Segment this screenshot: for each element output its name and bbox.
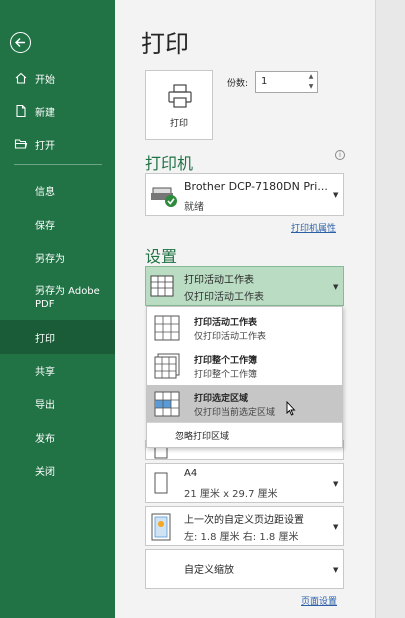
sidebar-item-open[interactable]: 打开 xyxy=(0,128,115,160)
sidebar-item-label: 导出 xyxy=(35,399,55,411)
sidebar-item-save[interactable]: 保存 xyxy=(0,208,115,240)
sidebar-item-label: 另存为 Adobe PDF xyxy=(35,286,100,310)
page-setup-link[interactable]: 页面设置 xyxy=(301,594,337,607)
option-subtitle: 打印整个工作簿 xyxy=(194,370,258,380)
sidebar-item-label: 打印 xyxy=(35,333,55,345)
mouse-cursor-icon xyxy=(286,401,296,416)
option-print-entire-workbook[interactable]: 打印整个工作簿 打印整个工作簿 xyxy=(147,347,342,385)
print-what-select[interactable]: 打印活动工作表 仅打印活动工作表 ▼ xyxy=(145,266,344,306)
chevron-down-icon: ▼ xyxy=(333,566,339,574)
setting-subtitle: 左: 1.8 厘米 右: 1.8 厘米 xyxy=(184,532,299,543)
sidebar-item-new[interactable]: 新建 xyxy=(0,95,115,127)
option-subtitle: 仅打印当前选定区域 xyxy=(194,408,276,418)
dropdown-divider xyxy=(147,422,342,423)
paper-icon xyxy=(154,472,168,494)
setting-title: 打印活动工作表 xyxy=(184,275,254,286)
margins-select[interactable]: 上一次的自定义页边距设置 左: 1.8 厘米 右: 1.8 厘米 ▼ xyxy=(145,506,344,546)
sidebar-item-label: 新建 xyxy=(35,107,55,119)
workbook-icon xyxy=(154,353,180,379)
setting-title: A4 xyxy=(184,468,198,479)
new-file-icon xyxy=(16,104,26,118)
printer-select[interactable]: Brother DCP-7180DN Pri... 就绪 ▼ xyxy=(145,173,344,216)
open-folder-icon xyxy=(14,139,28,149)
sidebar-item-export[interactable]: 导出 xyxy=(0,387,115,419)
sheet-grid-icon xyxy=(150,275,174,297)
backstage-sidebar: 开始 新建 打开 信息 保存 另存为 另存为 Adobe PDF 打印 共享 导… xyxy=(0,0,115,618)
option-subtitle: 仅打印活动工作表 xyxy=(194,332,267,342)
sidebar-item-label: 打开 xyxy=(35,140,55,152)
margins-icon xyxy=(151,513,171,541)
sidebar-item-close[interactable]: 关闭 xyxy=(0,454,115,486)
sidebar-item-publish[interactable]: 发布 xyxy=(0,421,115,453)
sidebar-divider xyxy=(14,164,102,165)
ignore-print-area-option[interactable]: 忽略打印区域 xyxy=(175,429,229,442)
option-title: 打印活动工作表 xyxy=(194,318,258,328)
sheet-grid-icon xyxy=(154,315,180,341)
sidebar-item-label: 发布 xyxy=(35,433,55,445)
printer-ready-icon xyxy=(151,187,177,207)
printer-properties-link[interactable]: 打印机属性 xyxy=(291,221,336,234)
sidebar-item-label: 保存 xyxy=(35,220,55,232)
paper-size-select[interactable]: A4 21 厘米 x 29.7 厘米 ▼ xyxy=(145,463,344,503)
sidebar-item-label: 关闭 xyxy=(35,466,55,478)
option-title: 打印选定区域 xyxy=(194,394,249,404)
selection-grid-icon xyxy=(154,391,180,417)
option-print-active-sheets[interactable]: 打印活动工作表 仅打印活动工作表 xyxy=(147,309,342,347)
copies-label: 份数: xyxy=(227,79,249,89)
print-button-label: 打印 xyxy=(169,119,188,129)
spin-up-icon[interactable]: ▲ xyxy=(306,72,316,81)
printer-status: 就绪 xyxy=(184,202,204,213)
setting-subtitle: 仅打印活动工作表 xyxy=(184,292,264,303)
print-button[interactable]: 打印 xyxy=(145,70,213,140)
setting-title: 自定义缩放 xyxy=(184,565,234,576)
sidebar-item-share[interactable]: 共享 xyxy=(0,354,115,386)
chevron-down-icon: ▼ xyxy=(333,480,339,488)
chevron-down-icon: ▼ xyxy=(333,191,339,199)
spin-down-icon[interactable]: ▼ xyxy=(306,82,316,91)
chevron-down-icon: ▼ xyxy=(333,283,339,291)
sidebar-item-label: 开始 xyxy=(35,74,55,86)
sidebar-item-label: 共享 xyxy=(35,366,55,378)
printer-heading: 打印机 xyxy=(145,154,194,173)
home-icon xyxy=(15,72,27,84)
sidebar-item-print[interactable]: 打印 xyxy=(0,320,115,354)
setting-title: 上一次的自定义页边距设置 xyxy=(184,515,304,526)
page-title: 打印 xyxy=(141,30,189,58)
option-title: 打印整个工作簿 xyxy=(194,356,258,366)
sidebar-item-home[interactable]: 开始 xyxy=(0,62,115,94)
settings-heading: 设置 xyxy=(145,247,178,266)
sidebar-item-label: 信息 xyxy=(35,186,55,198)
printer-name: Brother DCP-7180DN Pri... xyxy=(184,180,328,193)
setting-subtitle: 21 厘米 x 29.7 厘米 xyxy=(184,489,278,500)
print-what-dropdown: 打印活动工作表 仅打印活动工作表 打印整个工作簿 打印整个工作簿 打印选定区域 … xyxy=(146,306,343,448)
sidebar-item-save-as-adobe-pdf[interactable]: 另存为 Adobe PDF xyxy=(0,280,115,316)
sidebar-item-save-as[interactable]: 另存为 xyxy=(0,241,115,273)
info-icon[interactable]: i xyxy=(335,150,345,160)
back-button[interactable] xyxy=(10,32,31,53)
chevron-down-icon: ▼ xyxy=(333,523,339,531)
sidebar-item-label: 另存为 xyxy=(35,253,65,265)
option-print-selection[interactable]: 打印选定区域 仅打印当前选定区域 xyxy=(147,385,342,423)
print-preview-pane xyxy=(375,0,405,618)
back-arrow-icon xyxy=(15,38,25,47)
printer-icon xyxy=(168,84,192,108)
sidebar-item-info[interactable]: 信息 xyxy=(0,174,115,206)
scaling-select[interactable]: 自定义缩放 ▼ xyxy=(145,549,344,589)
